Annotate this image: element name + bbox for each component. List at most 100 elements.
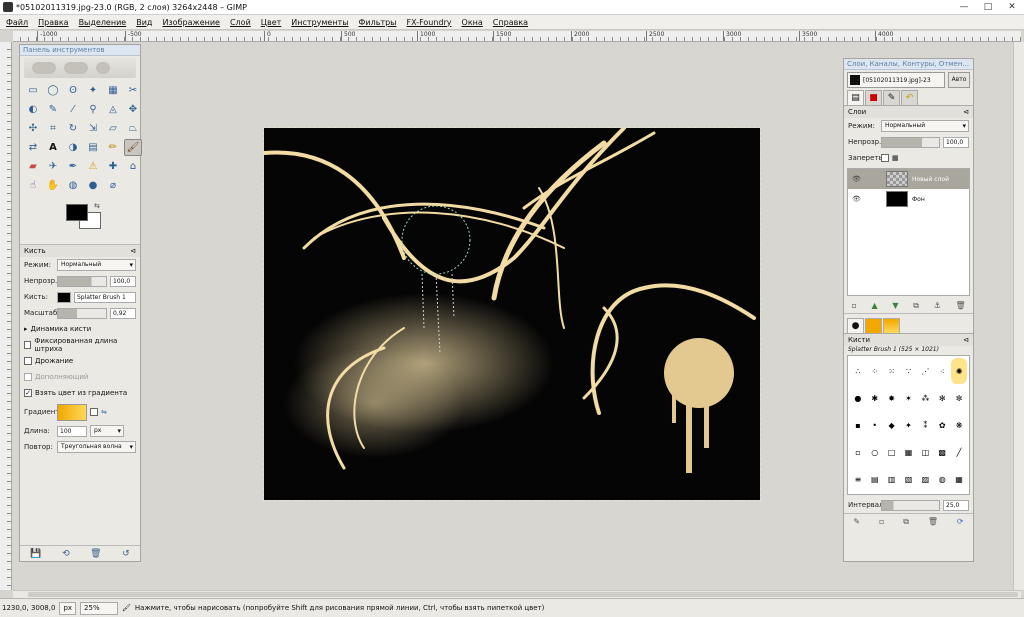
tab-paths[interactable]: ✎ [883,90,900,105]
zoom-dropdown[interactable]: 25% [80,601,119,615]
brush-name-field[interactable]: Splatter Brush 1 [74,291,136,303]
new-brush-icon[interactable]: ▫ [879,517,884,526]
unit-dropdown[interactable]: px [59,601,77,615]
layer-opacity-input[interactable]: 100,0 [943,136,969,148]
dynamics-label[interactable]: Динамика кисти [31,325,92,333]
tab-brushes[interactable]: ● [847,318,864,333]
scale-slider[interactable] [57,307,107,319]
flip-icon[interactable]: ⇄ [24,139,42,156]
gradient-swatch[interactable] [57,403,87,421]
gradient-edit-icon[interactable]: ⇋ [101,408,107,416]
duplicate-layer-icon[interactable]: ⧉ [913,301,919,311]
menu-windows[interactable]: Окна [462,18,483,27]
fuzzy-select-icon[interactable]: ✦ [84,82,102,99]
edit-brush-icon[interactable]: ✎ [853,517,860,526]
spacing-input[interactable]: 25,0 [943,499,969,511]
measure-icon[interactable]: ◬ [104,101,122,118]
vertical-scrollbar[interactable] [1013,42,1024,590]
shear-icon[interactable]: ▱ [104,120,122,137]
select-by-color-icon[interactable]: ▦ [104,82,122,99]
save-options-icon[interactable]: 💾 [30,549,41,559]
duplicate-brush-icon[interactable]: ⧉ [903,517,909,527]
perspective-clone-icon[interactable]: ⌂ [124,158,142,175]
visibility-eye-icon[interactable]: 👁 [852,175,864,183]
vertical-ruler[interactable] [0,42,12,590]
pencil-icon[interactable]: ✏ [104,139,122,156]
minimize-button[interactable]: — [956,1,972,13]
spacing-slider[interactable] [881,499,940,511]
layer-name[interactable]: Новый слой [912,176,949,183]
menu-view[interactable]: Вид [136,18,152,27]
heal-icon[interactable]: ✚ [104,158,122,175]
menu-tools[interactable]: Инструменты [291,18,348,27]
layer-opacity-slider[interactable] [881,136,940,148]
menu-edit[interactable]: Правка [38,18,68,27]
layer-row[interactable]: 👁 Новый слой [848,169,969,189]
reset-options-icon[interactable]: ↺ [122,549,130,559]
tab-gradients[interactable] [883,318,900,333]
swap-colors-icon[interactable]: ⇆ [94,202,100,210]
dodge-burn-icon[interactable]: ✋ [44,177,62,194]
layer-mode-dropdown[interactable]: Нормальный [881,120,969,132]
delete-brush-icon[interactable]: 🗑 [928,517,938,526]
horizontal-ruler[interactable]: -1000 -500 0 500 1000 1500 2000 2500 300… [13,31,1021,42]
move-icon[interactable]: ✥ [124,101,142,118]
opacity-input[interactable]: 100,0 [110,275,136,287]
jitter-checkbox[interactable] [24,357,32,365]
new-layer-icon[interactable]: ▫ [851,301,856,310]
menu-fx-foundry[interactable]: FX-Foundry [407,18,452,27]
scale-icon[interactable]: ⇲ [84,120,102,137]
raise-layer-icon[interactable]: ▲ [871,301,877,310]
auto-button[interactable]: Авто [948,72,970,88]
menu-file[interactable]: Файл [6,18,28,27]
color-fill-icon[interactable]: ● [84,177,102,194]
foreground-select-icon[interactable]: ◐ [24,101,42,118]
repeat-dropdown[interactable]: Треугольная волна [57,441,136,453]
use-gradient-checkbox[interactable]: ✓ [24,389,32,397]
text-icon[interactable]: A [44,139,62,156]
menu-select[interactable]: Выделение [79,18,127,27]
reverse-gradient-checkbox[interactable] [90,408,98,416]
menu-colors[interactable]: Цвет [261,18,282,27]
smudge-icon[interactable]: ☝ [24,177,42,194]
menu-image[interactable]: Изображение [162,18,220,27]
clone-icon[interactable]: ⚠ [84,158,102,175]
wilber-drop-area[interactable] [24,58,136,78]
visibility-eye-icon[interactable]: 👁 [852,195,864,203]
sharpen-icon[interactable]: ◍ [64,177,82,194]
incremental-checkbox[interactable] [24,373,32,381]
delete-layer-icon[interactable]: 🗑 [955,301,965,310]
menu-help[interactable]: Справка [493,18,528,27]
paintbrush-icon[interactable]: 🖌 [124,139,142,156]
opacity-slider[interactable] [57,275,107,287]
expander-arrow-icon[interactable]: ▸ [24,325,28,333]
select-ellipse-icon[interactable]: ◯ [44,82,62,99]
ink-icon[interactable]: ✒ [64,158,82,175]
restore-options-icon[interactable]: ⟲ [62,549,70,559]
levels-icon[interactable]: ◑ [64,139,82,156]
close-button[interactable]: ✕ [1004,1,1020,13]
layer-name[interactable]: Фон [912,196,925,203]
anchor-layer-icon[interactable]: ⚓ [934,301,941,310]
horizontal-scrollbar[interactable] [13,590,1021,598]
length-unit-dropdown[interactable]: px [90,425,124,437]
delete-options-icon[interactable]: 🗑 [90,549,101,559]
paths-icon[interactable]: ✎ [44,101,62,118]
panel-menu-icon[interactable]: ⊲ [963,108,969,116]
lock-pixels-checkbox[interactable] [881,154,889,162]
layer-row[interactable]: 👁 Фон [848,189,969,209]
scissors-icon[interactable]: ✂ [124,82,142,99]
scale-input[interactable]: 0,92 [110,307,136,319]
lasso-icon[interactable]: ʘ [64,82,82,99]
tab-undo[interactable]: ↶ [901,90,918,105]
panel-menu-icon[interactable]: ⊲ [130,247,136,255]
color-picker-icon[interactable]: ⁄ [64,101,82,118]
align-icon[interactable]: ✣ [24,120,42,137]
fixed-stroke-checkbox[interactable] [24,341,32,349]
menu-filters[interactable]: Фильтры [359,18,397,27]
mode-dropdown[interactable]: Нормальный [57,259,136,271]
lock-alpha-icon[interactable]: ▦ [892,154,899,162]
refresh-brushes-icon[interactable]: ⟳ [957,517,964,526]
tab-channels[interactable]: ■ [865,90,882,105]
panel-menu-icon[interactable]: ⊲ [963,336,969,344]
